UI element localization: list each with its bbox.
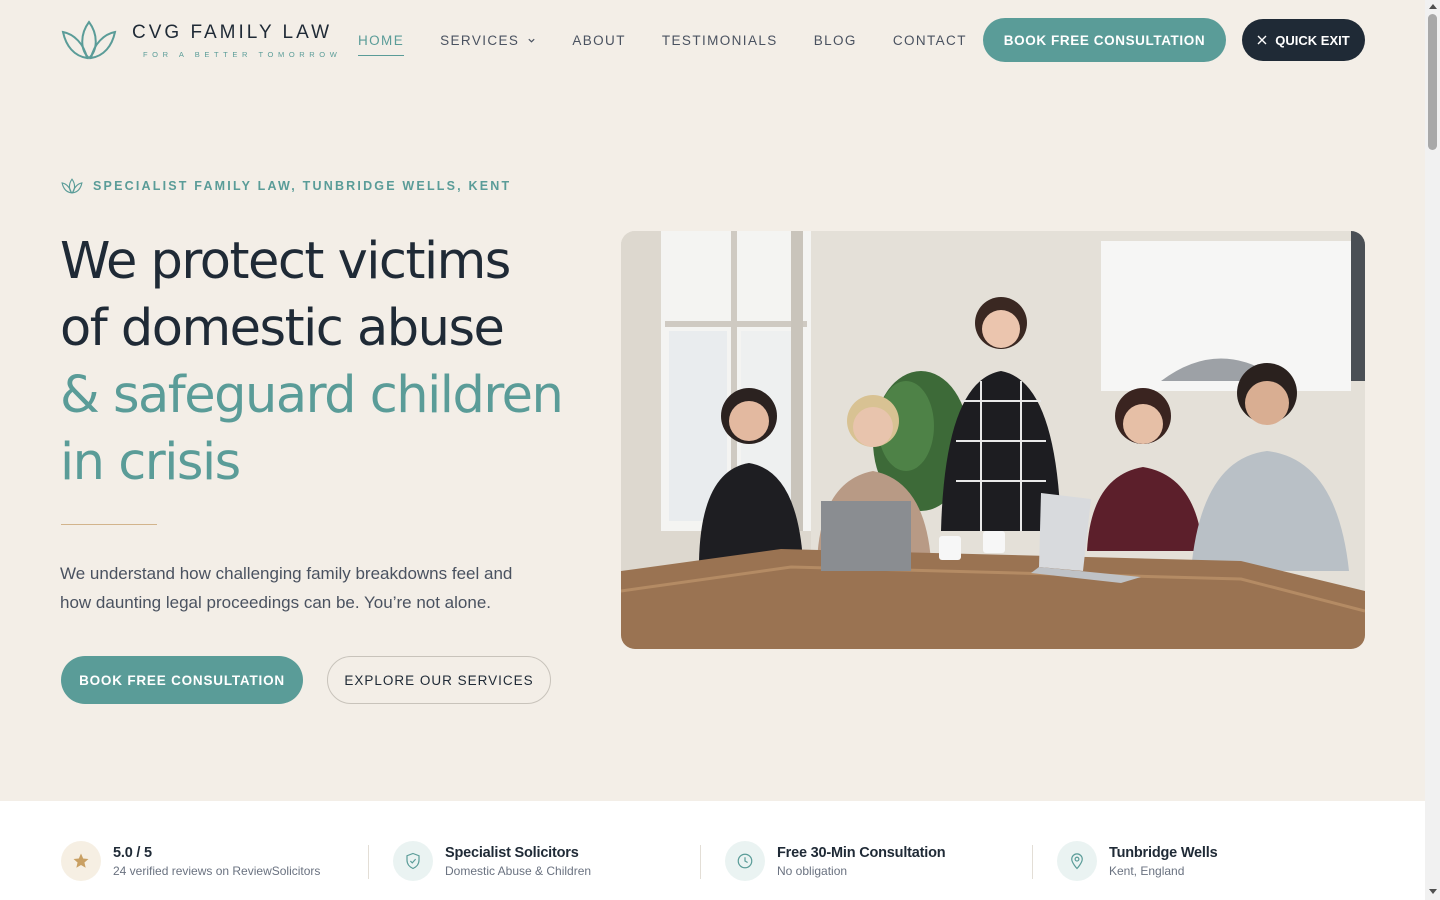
headline-line-1: We protect victims	[60, 232, 511, 291]
nav-testimonials[interactable]: TESTIMONIALS	[662, 31, 778, 49]
stat-location-title: Tunbridge Wells	[1109, 844, 1218, 861]
nav-blog[interactable]: BLOG	[814, 31, 857, 49]
trust-stats-bar: 5.0 / 5 24 verified reviews on ReviewSol…	[0, 801, 1425, 900]
quick-exit-label: QUICK EXIT	[1275, 32, 1350, 48]
lotus-icon	[61, 178, 83, 194]
stat-rating-title: 5.0 / 5	[113, 844, 152, 861]
book-consultation-button[interactable]: BOOK FREE CONSULTATION	[983, 18, 1226, 62]
stat-rating: 5.0 / 5 24 verified reviews on ReviewSol…	[61, 841, 320, 881]
stat-specialists-sub: Domestic Abuse & Children	[445, 863, 592, 878]
scroll-down-arrow-icon[interactable]	[1429, 889, 1437, 894]
stat-divider	[368, 845, 369, 879]
stat-divider	[1032, 845, 1033, 879]
site-header: CVG FAMILY LAW FOR A BETTER TOMORROW HOM…	[0, 0, 1425, 80]
quick-exit-button[interactable]: QUICK EXIT	[1242, 19, 1365, 61]
hero-divider	[61, 524, 157, 525]
hero-intro: We understand how challenging family bre…	[60, 559, 540, 617]
team-photo	[621, 231, 1365, 649]
hero-intro-line-2: how daunting legal proceedings can be. Y…	[60, 593, 492, 612]
main-nav: HOME SERVICES ABOUT TESTIMONIALS BLOG CO…	[358, 31, 1003, 56]
headline-line-4: in crisis	[60, 433, 241, 492]
brand-tagline: FOR A BETTER TOMORROW	[143, 49, 342, 59]
explore-services-button[interactable]: EXPLORE OUR SERVICES	[327, 656, 551, 704]
stat-consultation-title: Free 30-Min Consultation	[777, 844, 946, 861]
lotus-logo-icon	[61, 20, 117, 60]
hero-eyebrow: SPECIALIST FAMILY LAW, TUNBRIDGE WELLS, …	[61, 177, 511, 195]
star-icon	[61, 841, 101, 881]
stat-divider	[700, 845, 701, 879]
team-photo-illustration	[621, 231, 1365, 649]
headline-line-3: & safeguard children	[60, 366, 564, 425]
nav-about[interactable]: ABOUT	[572, 31, 626, 49]
stat-consultation: Free 30-Min Consultation No obligation	[725, 841, 946, 881]
chevron-down-icon	[528, 38, 535, 43]
hero-headline: We protect victims of domestic abuse & s…	[60, 228, 564, 496]
stat-specialists: Specialist Solicitors Domestic Abuse & C…	[393, 841, 591, 881]
scrollbar-thumb[interactable]	[1428, 14, 1437, 150]
stat-location: Tunbridge Wells Kent, England	[1057, 841, 1218, 881]
stat-location-sub: Kent, England	[1109, 863, 1185, 878]
close-icon	[1257, 35, 1267, 45]
hero-intro-line-1: We understand how challenging family bre…	[60, 564, 513, 583]
map-pin-icon	[1057, 841, 1097, 881]
scroll-up-arrow-icon[interactable]	[1429, 4, 1437, 9]
page-scrollbar[interactable]	[1425, 0, 1440, 900]
brand-name: CVG FAMILY LAW	[132, 21, 333, 43]
nav-home[interactable]: HOME	[358, 31, 405, 56]
nav-contact[interactable]: CONTACT	[893, 31, 967, 49]
shield-check-icon	[393, 841, 433, 881]
clock-icon	[725, 841, 765, 881]
hero-book-consultation-button[interactable]: BOOK FREE CONSULTATION	[61, 656, 303, 704]
headline-line-2: of domestic abuse	[60, 299, 505, 358]
stat-consultation-sub: No obligation	[777, 863, 848, 878]
hero-eyebrow-text: SPECIALIST FAMILY LAW, TUNBRIDGE WELLS, …	[93, 179, 512, 193]
stat-specialists-title: Specialist Solicitors	[445, 844, 579, 861]
stat-rating-sub: 24 verified reviews on ReviewSolicitors	[113, 863, 321, 878]
brand-logo[interactable]: CVG FAMILY LAW FOR A BETTER TOMORROW	[60, 18, 341, 62]
nav-services-label: SERVICES	[440, 32, 520, 48]
nav-services[interactable]: SERVICES	[440, 31, 536, 49]
